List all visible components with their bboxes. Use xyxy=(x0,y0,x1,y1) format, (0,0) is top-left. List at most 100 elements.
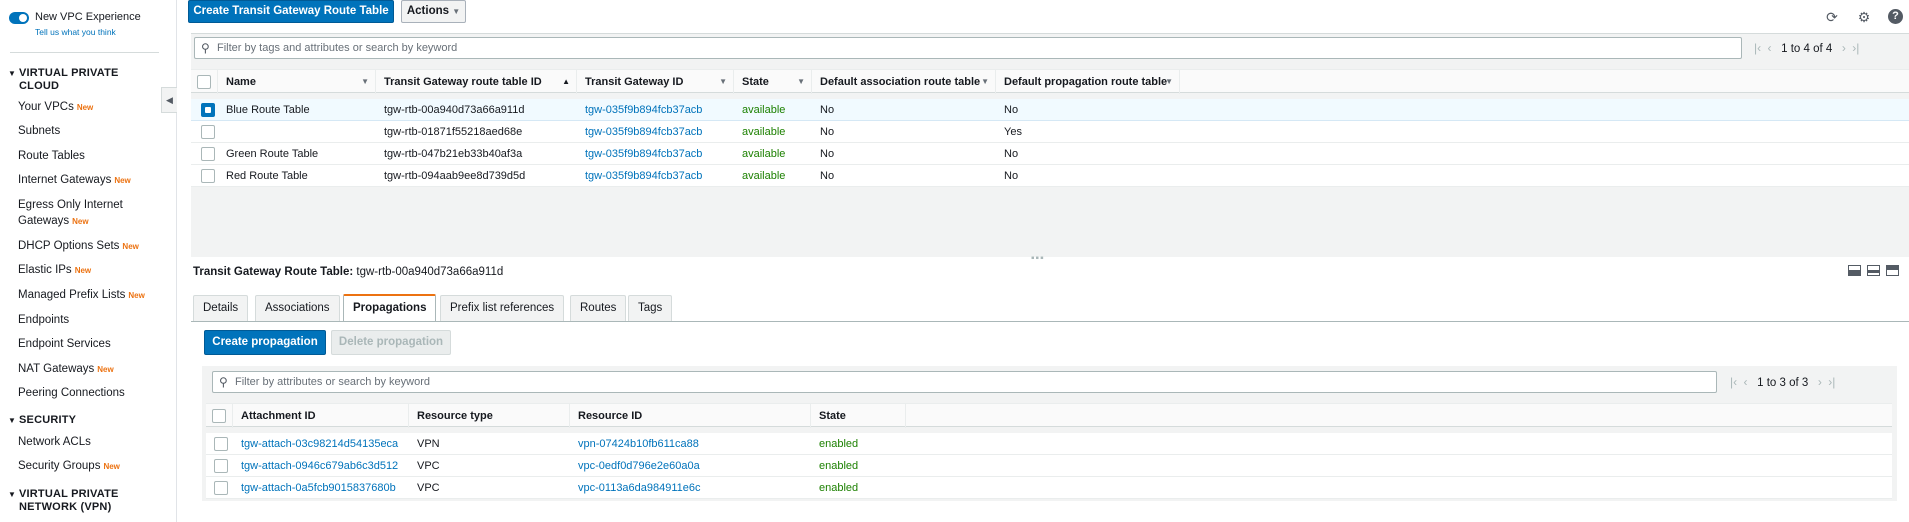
row-checkbox[interactable] xyxy=(201,125,215,139)
select-all-checkbox[interactable] xyxy=(212,409,226,423)
row-attachment-link[interactable]: tgw-attach-03c98214d54135eca xyxy=(233,433,398,455)
tab-tags[interactable]: Tags xyxy=(628,295,673,321)
sidebar-item-dhcp-options-sets[interactable]: DHCP Options Sets New xyxy=(18,238,139,255)
next-page-icon[interactable]: › xyxy=(1842,41,1846,55)
table-row[interactable]: tgw-attach-0a5fcb9015837680b VPC vpc-011… xyxy=(206,477,1892,499)
column-header-resource-id[interactable]: Resource ID xyxy=(570,404,811,428)
column-header-default-propagation[interactable]: Default propagation route table ▼ xyxy=(996,70,1180,94)
delete-propagation-button[interactable]: Delete propagation xyxy=(331,330,451,355)
refresh-icon[interactable]: ⟳ xyxy=(1824,9,1840,26)
table-row[interactable]: tgw-rtb-01871f55218aed68e tgw-035f9b894f… xyxy=(191,121,1909,143)
sidebar-item-route-tables[interactable]: Route Tables xyxy=(18,148,85,164)
select-all-checkbox[interactable] xyxy=(197,75,211,89)
table-row[interactable]: Green Route Table tgw-rtb-047b21eb33b40a… xyxy=(191,143,1909,165)
row-state: available xyxy=(742,170,786,182)
column-header-default-association[interactable]: Default association route table ▼ xyxy=(812,70,996,94)
last-page-icon[interactable]: ›| xyxy=(1852,41,1859,55)
sort-icon: ▼ xyxy=(797,77,805,86)
section-header-vpn[interactable]: ▼ VIRTUAL PRIVATE NETWORK (VPN) xyxy=(8,488,119,514)
section-header-security[interactable]: ▼ SECURITY xyxy=(8,414,76,427)
sidebar-item-egress-only-internet-gateways[interactable]: Egress Only Internet Gateways New xyxy=(18,197,123,230)
column-label: State xyxy=(742,76,769,88)
sidebar-item-subnets[interactable]: Subnets xyxy=(18,123,60,139)
column-header-tgw-id[interactable]: Transit Gateway ID ▼ xyxy=(577,70,734,94)
feedback-link[interactable]: Tell us what you think xyxy=(35,27,116,37)
row-resource-type: VPC xyxy=(417,482,440,494)
row-resource-link[interactable]: vpc-0113a6da984911e6c xyxy=(570,477,701,499)
row-attachment-link[interactable]: tgw-attach-0a5fcb9015837680b xyxy=(233,477,396,499)
help-icon[interactable]: ? xyxy=(1888,9,1903,24)
sidebar-item-your-vpcs[interactable]: Your VPCs New xyxy=(18,99,93,116)
new-badge: New xyxy=(128,291,145,300)
tab-details[interactable]: Details xyxy=(193,295,249,321)
table-row[interactable]: Red Route Table tgw-rtb-094aab9ee8d739d5… xyxy=(191,165,1909,187)
resize-handle[interactable]: ▪▪▪ xyxy=(1031,253,1045,264)
last-page-icon[interactable]: ›| xyxy=(1828,375,1835,389)
propagations-search-input[interactable]: ⚲ Filter by attributes or search by keyw… xyxy=(212,371,1717,393)
row-resource-link[interactable]: vpc-0edf0d796e2e60a0a xyxy=(570,455,700,477)
sidebar-item-endpoints[interactable]: Endpoints xyxy=(18,312,69,328)
row-rtb-id: tgw-rtb-094aab9ee8d739d5d xyxy=(384,170,526,182)
row-resource-link[interactable]: vpn-07424b10fb611ca88 xyxy=(570,433,699,455)
column-header-attachment-id[interactable]: Attachment ID xyxy=(233,404,409,428)
collapse-sidebar-button[interactable]: ◀ xyxy=(161,87,177,113)
row-checkbox[interactable] xyxy=(214,481,228,495)
row-checkbox[interactable] xyxy=(214,437,228,451)
prev-page-icon[interactable]: ‹ xyxy=(1744,375,1748,389)
select-all-cell xyxy=(206,404,233,428)
first-page-icon[interactable]: |‹ xyxy=(1730,375,1737,389)
first-page-icon[interactable]: |‹ xyxy=(1754,41,1761,55)
column-header-name[interactable]: Name ▼ xyxy=(218,70,376,94)
table-row[interactable]: tgw-attach-03c98214d54135eca VPN vpn-074… xyxy=(206,433,1892,455)
layout-bottom-icon[interactable] xyxy=(1848,265,1861,276)
column-header-state[interactable]: State ▼ xyxy=(734,70,812,94)
row-tgw-link[interactable]: tgw-035f9b894fcb37acb xyxy=(577,99,702,121)
create-route-table-button[interactable]: Create Transit Gateway Route Table xyxy=(188,0,394,23)
sidebar: New VPC Experience Tell us what you thin… xyxy=(0,0,177,522)
new-vpc-experience-label: New VPC Experience xyxy=(35,11,141,23)
row-default-association: No xyxy=(820,148,835,160)
layout-split-icon[interactable] xyxy=(1867,265,1880,276)
gear-icon[interactable]: ⚙ xyxy=(1856,9,1872,26)
column-header-rtb-id[interactable]: Transit Gateway route table ID ▲ xyxy=(376,70,577,94)
new-badge: New xyxy=(122,242,139,251)
row-checkbox[interactable] xyxy=(201,169,215,183)
route-tables-search-input[interactable]: ⚲ Filter by tags and attributes or searc… xyxy=(194,37,1742,59)
sidebar-item-label: Security Groups xyxy=(18,460,101,472)
row-checkbox[interactable] xyxy=(201,147,215,161)
sidebar-item-endpoint-services[interactable]: Endpoint Services xyxy=(18,336,111,352)
table-row[interactable]: tgw-attach-0946c679ab6c3d512 VPC vpc-0ed… xyxy=(206,455,1892,477)
row-checkbox[interactable] xyxy=(214,459,228,473)
row-default-propagation: No xyxy=(1004,170,1019,182)
row-tgw-link[interactable]: tgw-035f9b894fcb37acb xyxy=(577,165,702,187)
row-tgw-link[interactable]: tgw-035f9b894fcb37acb xyxy=(577,121,702,143)
detail-title: Transit Gateway Route Table: tgw-rtb-00a… xyxy=(193,266,503,278)
tab-prefix-list-references[interactable]: Prefix list references xyxy=(440,295,565,321)
tab-routes[interactable]: Routes xyxy=(570,295,627,321)
next-page-icon[interactable]: › xyxy=(1818,375,1822,389)
table-row[interactable]: Blue Route Table tgw-rtb-00a940d73a66a91… xyxy=(191,99,1909,121)
sidebar-item-elastic-ips[interactable]: Elastic IPs New xyxy=(18,262,91,279)
row-checkbox[interactable] xyxy=(201,103,215,117)
sidebar-item-managed-prefix-lists[interactable]: Managed Prefix Lists New xyxy=(18,287,145,304)
column-header-resource-type[interactable]: Resource type xyxy=(409,404,570,428)
section-header-vpc[interactable]: ▼ VIRTUAL PRIVATE CLOUD xyxy=(8,67,119,93)
sidebar-item-network-acls[interactable]: Network ACLs xyxy=(18,434,91,450)
section-title: VIRTUAL PRIVATE xyxy=(19,67,119,79)
row-attachment-link[interactable]: tgw-attach-0946c679ab6c3d512 xyxy=(233,455,398,477)
prev-page-icon[interactable]: ‹ xyxy=(1768,41,1772,55)
sidebar-item-peering-connections[interactable]: Peering Connections xyxy=(18,385,125,401)
row-tgw-link[interactable]: tgw-035f9b894fcb37acb xyxy=(577,143,702,165)
column-header-state[interactable]: State xyxy=(811,404,906,428)
tab-propagations[interactable]: Propagations xyxy=(343,294,437,321)
actions-dropdown-button[interactable]: Actions ▼ xyxy=(401,0,466,23)
sidebar-item-label-line2: Gateways xyxy=(18,215,70,227)
sidebar-item-internet-gateways[interactable]: Internet Gateways New xyxy=(18,172,131,189)
sidebar-item-security-groups[interactable]: Security Groups New xyxy=(18,458,120,475)
sidebar-item-nat-gateways[interactable]: NAT Gateways New xyxy=(18,361,114,378)
row-default-association: No xyxy=(820,104,835,116)
tab-associations[interactable]: Associations xyxy=(255,295,340,321)
create-propagation-button[interactable]: Create propagation xyxy=(204,330,326,355)
layout-top-icon[interactable] xyxy=(1886,265,1899,276)
new-vpc-experience-toggle[interactable] xyxy=(9,12,29,24)
